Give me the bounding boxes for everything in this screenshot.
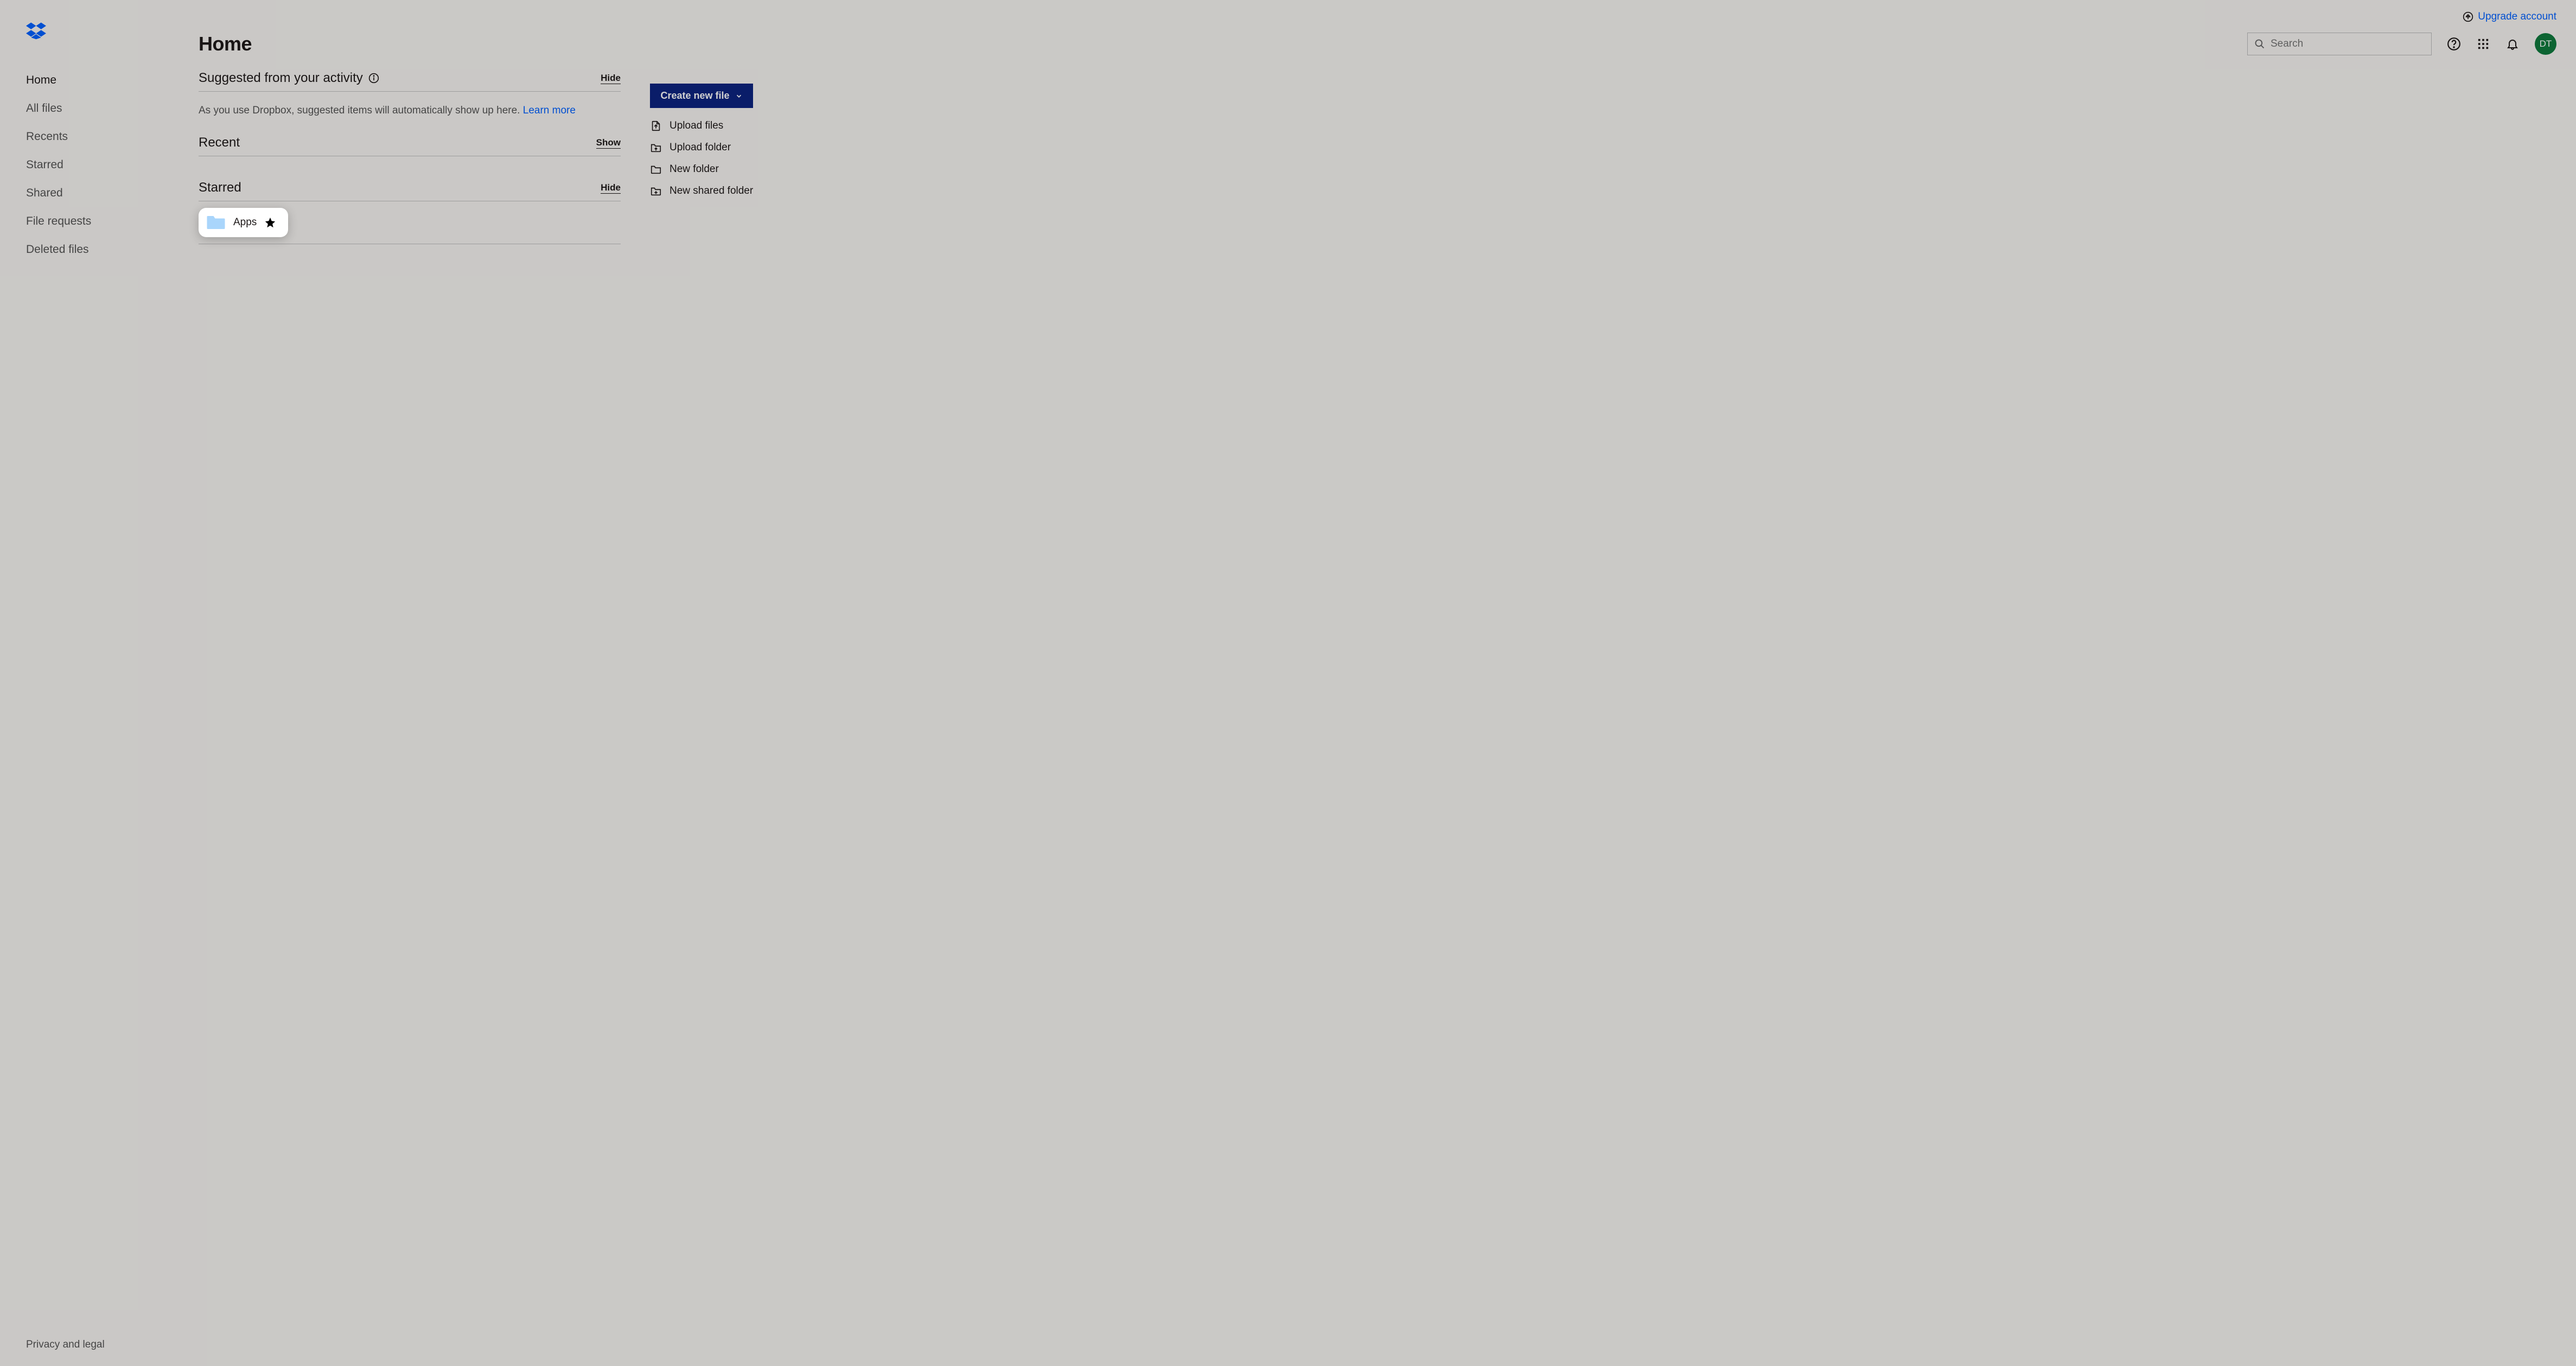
sidebar-nav: Home All files Recents Starred Shared Fi… bbox=[0, 66, 170, 264]
upload-folder-icon bbox=[650, 142, 662, 154]
shared-folder-icon bbox=[650, 185, 662, 197]
upgrade-account-text: Upgrade account bbox=[2478, 11, 2556, 23]
sidebar-item-home[interactable]: Home bbox=[0, 66, 170, 94]
starred-folder-apps[interactable]: Apps bbox=[199, 208, 288, 237]
recent-show-toggle[interactable]: Show bbox=[596, 137, 621, 149]
sidebar-item-all-files[interactable]: All files bbox=[0, 94, 170, 123]
search-icon bbox=[2254, 39, 2265, 49]
new-folder-icon bbox=[650, 163, 662, 175]
sidebar-item-shared[interactable]: Shared bbox=[0, 179, 170, 207]
upgrade-icon bbox=[2463, 11, 2473, 22]
recent-section-title: Recent bbox=[199, 135, 240, 150]
learn-more-link[interactable]: Learn more bbox=[523, 105, 576, 116]
sidebar-item-starred[interactable]: Starred bbox=[0, 151, 170, 179]
suggested-body: As you use Dropbox, suggested items will… bbox=[199, 92, 621, 135]
avatar[interactable]: DT bbox=[2535, 33, 2556, 55]
info-icon[interactable] bbox=[368, 73, 379, 84]
starred-section-title: Starred bbox=[199, 180, 241, 195]
create-new-file-button[interactable]: Create new file bbox=[650, 84, 753, 108]
header-tools: DT bbox=[2247, 33, 2556, 55]
main-content: Upgrade account Home DT bbox=[170, 0, 2576, 1366]
action-upload-folder[interactable]: Upload folder bbox=[650, 142, 758, 154]
search-box[interactable] bbox=[2247, 33, 2432, 55]
help-icon[interactable] bbox=[2447, 37, 2461, 51]
suggested-hide-toggle[interactable]: Hide bbox=[601, 73, 621, 84]
upload-file-icon bbox=[650, 120, 662, 132]
notifications-icon[interactable] bbox=[2505, 37, 2520, 51]
sidebar-item-recents[interactable]: Recents bbox=[0, 123, 170, 151]
starred-folder-label: Apps bbox=[233, 217, 257, 228]
sidebar-item-file-requests[interactable]: File requests bbox=[0, 207, 170, 236]
search-input[interactable] bbox=[2271, 38, 2425, 50]
sidebar: Home All files Recents Starred Shared Fi… bbox=[0, 0, 170, 1366]
sidebar-item-deleted-files[interactable]: Deleted files bbox=[0, 236, 170, 264]
sidebar-privacy-legal-link[interactable]: Privacy and legal bbox=[0, 1339, 170, 1366]
page-title: Home bbox=[199, 33, 252, 55]
actions-column: Create new file Upload files Upload fold bbox=[650, 71, 758, 197]
apps-grid-icon[interactable] bbox=[2476, 37, 2490, 51]
action-new-folder[interactable]: New folder bbox=[650, 163, 758, 175]
star-icon bbox=[264, 217, 276, 228]
suggested-section-title: Suggested from your activity bbox=[199, 71, 379, 86]
chevron-down-icon bbox=[735, 92, 743, 100]
action-upload-files[interactable]: Upload files bbox=[650, 120, 758, 132]
feed-column: Suggested from your activity Hide As you… bbox=[199, 71, 621, 244]
action-new-shared-folder[interactable]: New shared folder bbox=[650, 185, 758, 197]
starred-hide-toggle[interactable]: Hide bbox=[601, 182, 621, 194]
upgrade-account-link[interactable]: Upgrade account bbox=[2463, 11, 2556, 23]
folder-icon bbox=[206, 214, 226, 231]
dropbox-logo[interactable] bbox=[0, 12, 170, 66]
